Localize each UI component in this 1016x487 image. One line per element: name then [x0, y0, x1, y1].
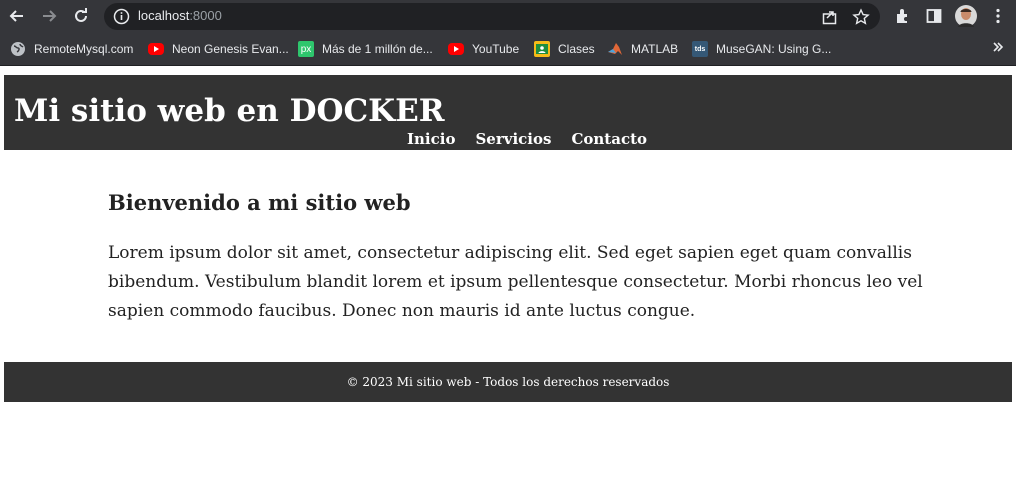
bookmark-label: Clases	[558, 42, 595, 56]
site-title: Mi sitio web en DOCKER	[14, 93, 445, 129]
reload-icon[interactable]	[70, 5, 92, 27]
pixabay-icon: px	[298, 41, 314, 57]
menu-kebab-icon[interactable]	[987, 5, 1009, 27]
globe-icon	[10, 41, 26, 57]
bookmark-label: YouTube	[472, 42, 520, 56]
url-host: localhost	[138, 8, 190, 23]
intro-paragraph: Lorem ipsum dolor sit amet, consectetur …	[108, 243, 923, 321]
classroom-icon	[534, 41, 550, 57]
bookmark-clases[interactable]: Clases	[534, 39, 595, 59]
nav-link-contacto[interactable]: Contacto	[571, 129, 647, 149]
youtube-icon	[448, 43, 464, 55]
matlab-icon	[607, 41, 623, 57]
chevron-more-icon[interactable]	[992, 41, 1004, 57]
address-bar[interactable]: localhost:8000	[104, 3, 880, 30]
bookmark-label: Más de 1 millón de...	[322, 42, 433, 56]
youtube-icon	[148, 43, 164, 55]
browser-toolbar: localhost:8000	[0, 0, 1016, 33]
site-info-icon[interactable]	[113, 8, 130, 25]
bookmark-star-icon[interactable]	[852, 8, 870, 26]
url-text: localhost:8000	[138, 8, 222, 23]
bookmark-neon-genesis[interactable]: Neon Genesis Evan...	[148, 39, 289, 59]
site-header: Mi sitio web en DOCKER Inicio Servicios …	[4, 75, 1012, 150]
site-footer: © 2023 Mi sitio web - Todos los derechos…	[4, 362, 1012, 402]
side-panel-icon[interactable]	[923, 5, 945, 27]
bookmark-youtube[interactable]: YouTube	[448, 39, 519, 59]
tds-icon: tds	[692, 41, 708, 57]
bookmark-label: MATLAB	[631, 42, 679, 56]
back-arrow-icon[interactable]	[6, 5, 28, 27]
nav-link-servicios[interactable]: Servicios	[475, 129, 551, 149]
page-viewport: Mi sitio web en DOCKER Inicio Servicios …	[0, 67, 1016, 487]
bookmark-matlab[interactable]: MATLAB	[607, 39, 678, 59]
bookmark-label: Neon Genesis Evan...	[172, 42, 289, 56]
welcome-heading: Bienvenido a mi sitio web	[108, 190, 411, 215]
url-port: :8000	[189, 8, 222, 23]
forward-arrow-icon[interactable]	[38, 5, 60, 27]
bookmark-remotemysql[interactable]: RemoteMysql.com	[10, 39, 133, 59]
footer-text: © 2023 Mi sitio web - Todos los derechos…	[346, 375, 670, 389]
bookmark-label: RemoteMysql.com	[34, 42, 134, 56]
bookmarks-bar: RemoteMysql.com Neon Genesis Evan... px …	[0, 33, 1016, 66]
bookmark-pixabay[interactable]: px Más de 1 millón de...	[298, 39, 433, 59]
share-icon[interactable]	[821, 8, 839, 26]
extensions-icon[interactable]	[892, 5, 914, 27]
profile-avatar[interactable]	[955, 5, 977, 27]
nav-link-inicio[interactable]: Inicio	[407, 129, 455, 149]
site-nav: Inicio Servicios Contacto	[407, 129, 667, 149]
main-content: Bienvenido a mi sitio web Lorem ipsum do…	[108, 189, 928, 326]
bookmark-label: MuseGAN: Using G...	[716, 42, 832, 56]
bookmark-musegan[interactable]: tds MuseGAN: Using G...	[692, 39, 831, 59]
